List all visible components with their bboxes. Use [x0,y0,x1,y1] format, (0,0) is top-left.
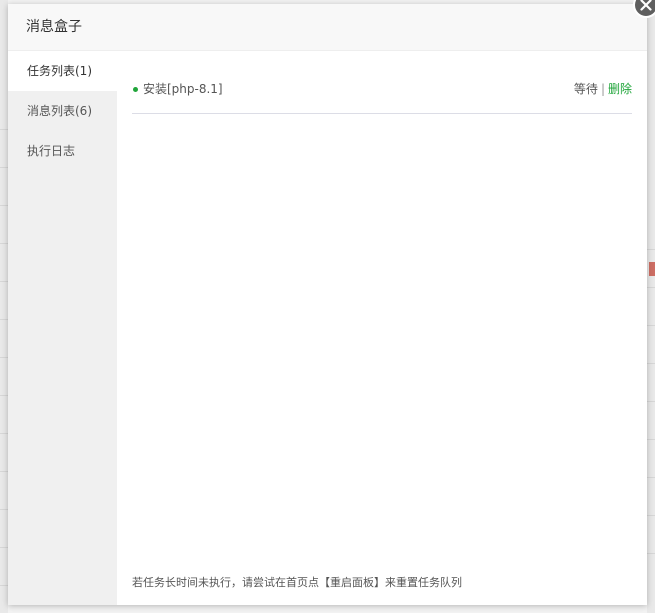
background-row [647,478,655,516]
close-icon [640,0,652,11]
message-box-modal: 消息盒子 任务列表(1) 消息列表(6) 执行日志 安装[php-8.1] 等待… [8,0,655,605]
background-row [0,396,8,434]
task-name: 安装[php-8.1] [143,82,223,96]
task-list-panel: 安装[php-8.1] 等待 | 删除 若任务长时间未执行，请尝试在首页点【重启面板… [117,51,647,605]
background-right-strip [647,0,655,613]
delete-task-button[interactable]: 删除 [608,82,632,96]
task-separator: | [600,82,605,96]
background-row [0,548,8,586]
modal-title: 消息盒子 [26,19,82,35]
background-row [0,434,8,472]
background-row [647,212,655,250]
background-row [0,282,8,320]
background-row [647,326,655,364]
background-row [0,92,8,130]
background-accent-mark [649,262,655,276]
status-dot-icon [133,87,138,92]
background-row [0,206,8,244]
background-row [647,288,655,326]
footer-tip: 若任务长时间未执行，请尝试在首页点【重启面板】来重置任务队列 [132,576,462,589]
background-row [0,358,8,396]
task-status: 等待 [573,82,598,96]
tab-task-list[interactable]: 任务列表(1) [8,51,117,91]
background-row [647,402,655,440]
task-row: 安装[php-8.1] 等待 | 删除 [132,76,632,114]
modal-header: 消息盒子 [8,4,647,51]
tab-message-list[interactable]: 消息列表(6) [8,91,117,131]
background-row [0,168,8,206]
background-row [647,440,655,478]
sidebar: 任务列表(1) 消息列表(6) 执行日志 [8,51,117,605]
background-row [647,364,655,402]
background-row [0,320,8,358]
background-row [0,130,8,168]
background-row [647,516,655,554]
task-actions: 等待 | 删除 [574,81,632,97]
background-row [0,510,8,548]
background-left-strip [0,0,8,613]
tab-execution-log[interactable]: 执行日志 [8,131,117,171]
background-row [0,472,8,510]
background-row [0,244,8,282]
